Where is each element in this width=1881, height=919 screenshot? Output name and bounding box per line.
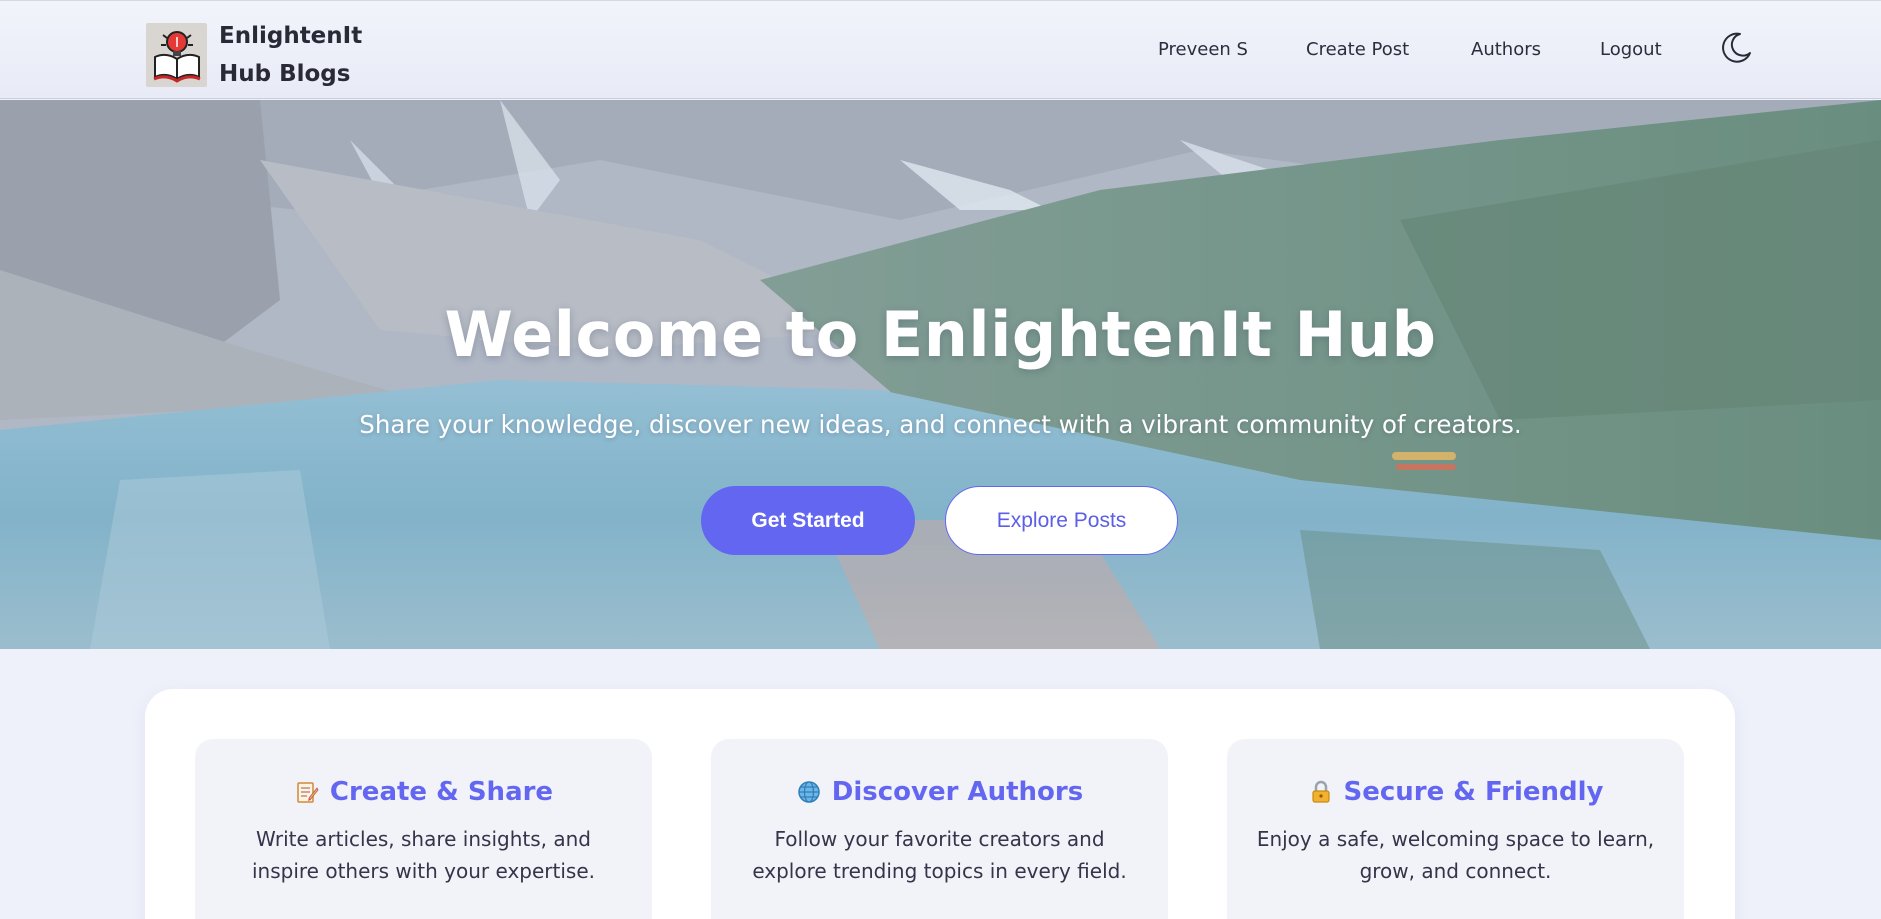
hero-overlay — [0, 100, 1881, 649]
feature-description: Enjoy a safe, welcoming space to learn, … — [1256, 827, 1655, 883]
hero-section: Welcome to EnlightenIt Hub Share your kn… — [0, 100, 1881, 649]
feature-create-share: Create & Share Write articles, share ins… — [195, 739, 652, 919]
feature-secure-friendly: Secure & Friendly Enjoy a safe, welcomin… — [1227, 739, 1684, 919]
feature-title: Secure & Friendly — [1343, 777, 1604, 807]
feature-description: Follow your favorite creators and explor… — [752, 827, 1127, 883]
hero-subtitle: Share your knowledge, discover new ideas… — [359, 410, 1522, 439]
features-card: Create & Share Write articles, share ins… — [145, 689, 1735, 919]
nav-links: Preveen S Create Post Authors Logout — [0, 1, 1881, 100]
nav-link-logout[interactable]: Logout — [1600, 38, 1662, 62]
memo-icon — [294, 779, 320, 805]
feature-title: Create & Share — [329, 777, 554, 807]
lock-icon — [1308, 779, 1334, 805]
explore-posts-button[interactable]: Explore Posts — [945, 486, 1178, 555]
feature-title: Discover Authors — [831, 777, 1084, 807]
navbar: EnlightenIt Hub Blogs Preveen S Create P… — [0, 0, 1881, 99]
moon-icon[interactable] — [1719, 31, 1753, 65]
globe-icon — [796, 779, 822, 805]
feature-description: Write articles, share insights, and insp… — [251, 827, 596, 883]
hero-title: Welcome to EnlightenIt Hub — [444, 298, 1437, 371]
nav-link-create-post[interactable]: Create Post — [1306, 38, 1409, 62]
nav-link-profile[interactable]: Preveen S — [1158, 38, 1248, 62]
feature-discover-authors: Discover Authors Follow your favorite cr… — [711, 739, 1168, 919]
nav-link-authors[interactable]: Authors — [1471, 38, 1541, 62]
get-started-button[interactable]: Get Started — [701, 486, 915, 555]
